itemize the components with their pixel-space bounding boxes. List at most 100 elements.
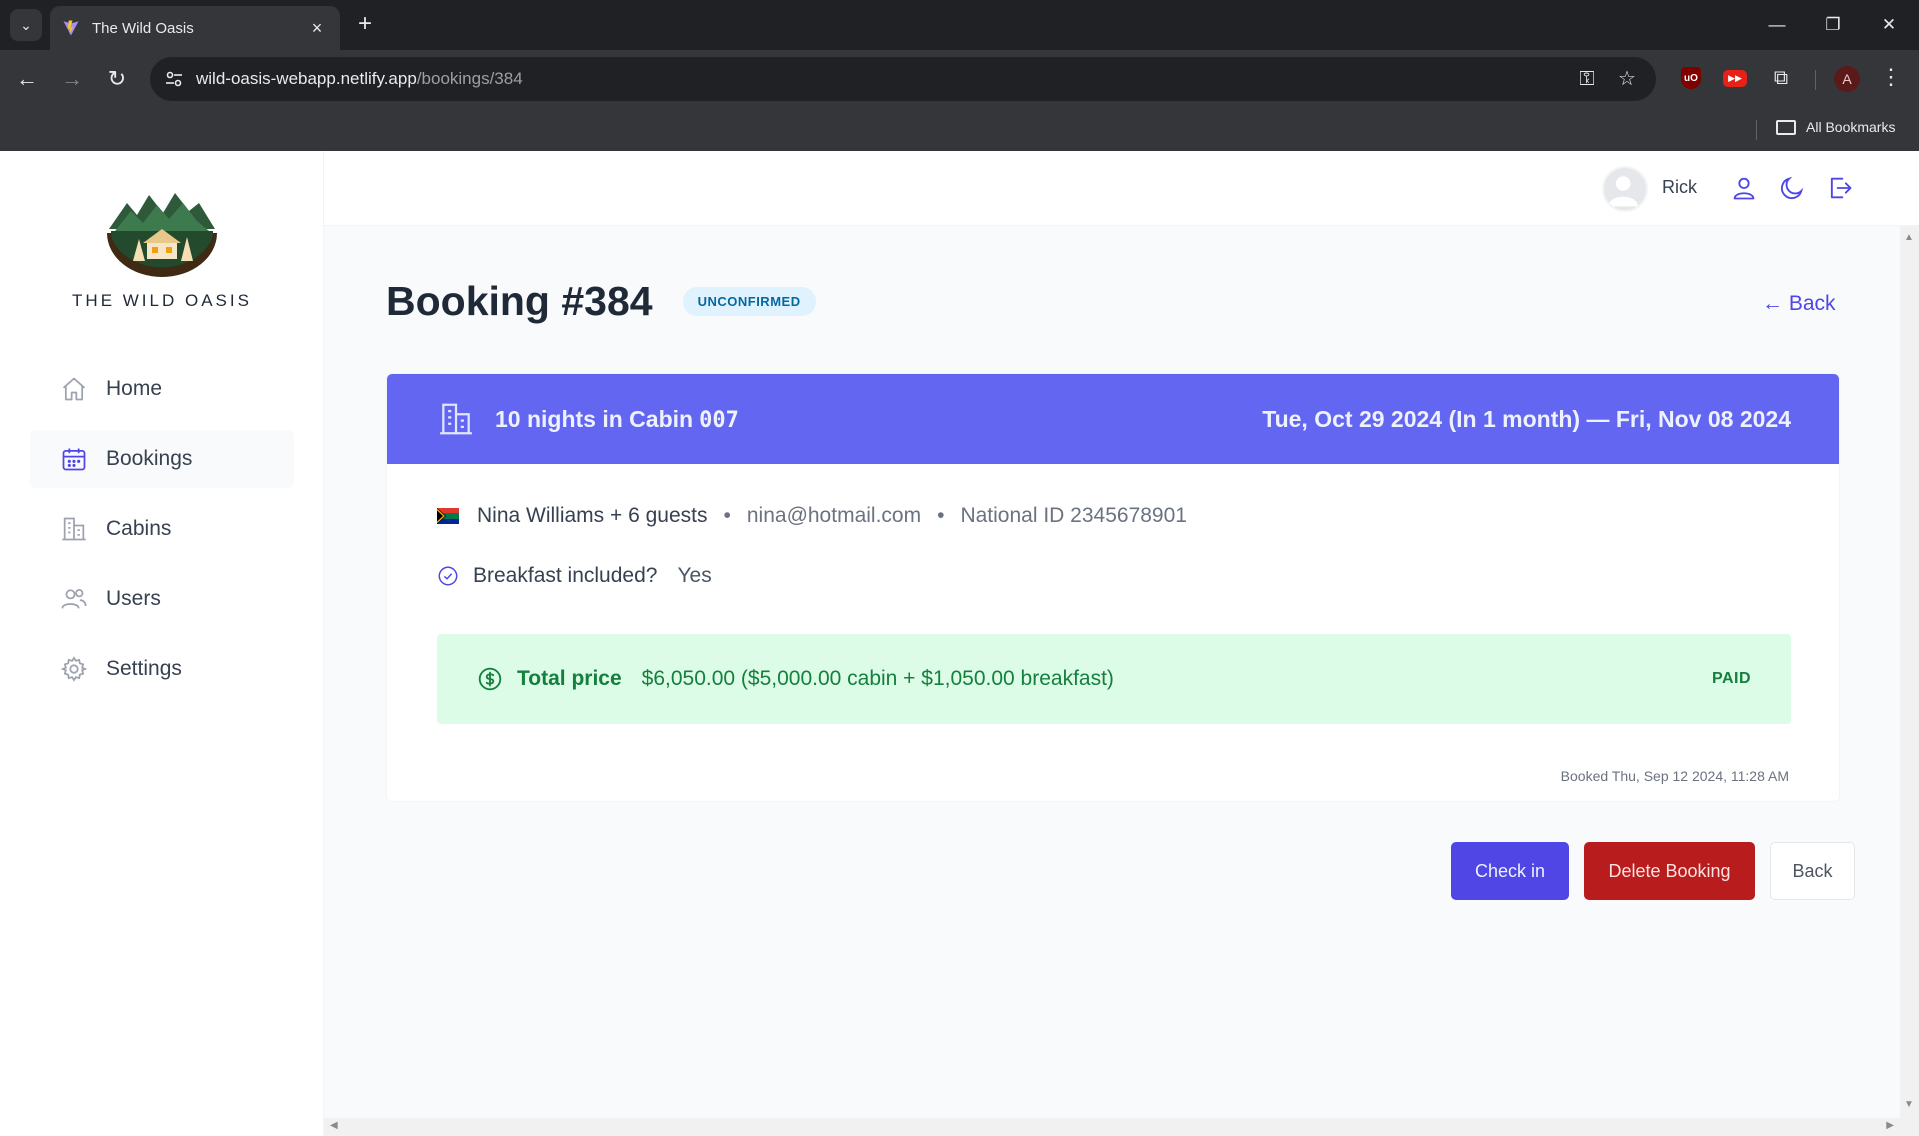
youtube-extension-icon[interactable]: ▶▶ — [1722, 65, 1748, 91]
site-info-icon[interactable] — [164, 69, 184, 89]
logo-text: THE WILD OASIS — [72, 291, 252, 310]
scroll-left-arrow-icon[interactable]: ◀ — [330, 1120, 338, 1131]
sidebar-item-label: Users — [106, 587, 161, 610]
separator-dot: • — [937, 504, 945, 527]
profile-avatar[interactable]: A — [1834, 66, 1860, 92]
app-header: Rick — [324, 151, 1919, 226]
user-avatar — [1602, 166, 1648, 212]
check-in-button[interactable]: Check in — [1451, 842, 1569, 900]
tab-close-icon[interactable]: × — [306, 18, 328, 39]
page-title: Booking #384 — [386, 278, 653, 324]
bookmarks-divider — [1756, 120, 1757, 140]
users-icon — [61, 589, 87, 609]
cabin-icon — [62, 517, 86, 541]
paid-status: PAID — [1711, 670, 1751, 687]
delete-booking-button[interactable]: Delete Booking — [1584, 842, 1755, 900]
back-arrow-icon[interactable]: ← — [10, 62, 44, 96]
tab-strip: ⌄ The Wild Oasis × + — ❐ ✕ — [0, 0, 1919, 50]
folder-icon — [1776, 119, 1796, 135]
browser-chrome: ⌄ The Wild Oasis × + — ❐ ✕ ← → ↻ wild-oa… — [0, 0, 1919, 151]
title-row: Booking #384 UNCONFIRMED — [386, 278, 816, 325]
more-menu-icon[interactable]: ⋮ — [1880, 64, 1902, 90]
puzzle-glyph: ⧉ — [1773, 66, 1789, 89]
app: THE WILD OASIS Home Bookings Cabins User… — [0, 151, 1919, 1136]
sidebar-item-bookings[interactable]: Bookings — [30, 430, 294, 488]
national-id: National ID 2345678901 — [960, 504, 1187, 527]
vite-favicon-icon — [63, 20, 79, 36]
ublock-extension-icon[interactable]: uO — [1678, 65, 1704, 91]
breakfast-value: Yes — [677, 564, 712, 587]
home-icon — [62, 377, 86, 401]
bookmark-star-icon[interactable]: ☆ — [1614, 67, 1640, 93]
price-label: Total price — [517, 667, 622, 690]
account-icon[interactable] — [1730, 174, 1758, 202]
new-tab-icon[interactable]: + — [352, 12, 378, 38]
sidebar-item-label: Cabins — [106, 517, 172, 540]
booking-card-header: 10 nights in Cabin 007 Tue, Oct 29 2024 (… — [387, 374, 1839, 464]
sidebar-item-cabins[interactable]: Cabins — [30, 500, 294, 558]
dollar-circle-icon — [478, 667, 502, 691]
guest-name: Nina Williams + 6 guests — [477, 504, 708, 527]
wild-oasis-logo-icon — [107, 193, 217, 277]
sidebar-item-users[interactable]: Users — [30, 570, 294, 628]
reload-icon[interactable]: ↻ — [100, 62, 134, 96]
price-box: Total price $6,050.00 ($5,000.00 cabin +… — [437, 634, 1791, 724]
url-path: /bookings/384 — [416, 69, 523, 88]
breakfast-row: Breakfast included? Yes — [437, 564, 712, 588]
guest-row: Nina Williams + 6 guests • nina@hotmail.… — [437, 504, 1187, 528]
tab-title: The Wild Oasis — [92, 19, 194, 37]
guest-email: nina@hotmail.com — [746, 504, 922, 527]
all-bookmarks-label: All Bookmarks — [1806, 119, 1896, 135]
youtube-badge: ▶▶ — [1723, 69, 1747, 87]
scroll-down-arrow-icon[interactable]: ▼ — [1904, 1099, 1914, 1110]
sidebar-item-label: Bookings — [106, 447, 193, 470]
chevron-down-icon: ⌄ — [20, 16, 32, 33]
all-bookmarks-button[interactable]: All Bookmarks — [1776, 119, 1895, 135]
sidebar: THE WILD OASIS Home Bookings Cabins User… — [0, 151, 324, 1136]
browser-toolbar: ← → ↻ wild-oasis-webapp.netlify.app/book… — [0, 50, 1919, 108]
action-buttons: Check in Delete Booking Back — [1436, 842, 1855, 900]
address-bar[interactable]: wild-oasis-webapp.netlify.app/bookings/3… — [150, 57, 1656, 101]
vertical-scrollbar[interactable]: ▲ ▼ — [1900, 226, 1919, 1136]
gear-icon — [60, 656, 88, 682]
sidebar-item-home[interactable]: Home — [30, 360, 294, 418]
main-content: Booking #384 UNCONFIRMED ← Back 10 night… — [324, 226, 1919, 1136]
price-value: $6,050.00 ($5,000.00 cabin + $1,050.00 b… — [641, 667, 1114, 690]
user-name: Rick — [1662, 177, 1697, 197]
default-user-avatar-icon — [1608, 176, 1638, 207]
sidebar-item-label: Settings — [106, 657, 182, 680]
status-badge: UNCONFIRMED — [682, 287, 816, 316]
password-key-icon[interactable]: ⚿ — [1574, 67, 1600, 93]
breakfast-label: Breakfast included? — [473, 564, 658, 587]
back-button[interactable]: Back — [1770, 842, 1855, 900]
ublock-badge: uO — [1681, 67, 1701, 89]
booking-card: 10 nights in Cabin 007 Tue, Oct 29 2024 (… — [386, 373, 1840, 802]
separator-dot: • — [723, 504, 731, 527]
cabin-building-icon — [440, 403, 472, 435]
bookmarks-bar: All Bookmarks — [0, 108, 1919, 151]
restore-icon[interactable]: ❐ — [1818, 10, 1848, 40]
nights-text: 10 nights in Cabin — [495, 405, 694, 432]
nights-summary: 10 nights in Cabin 007 — [495, 406, 739, 433]
close-window-icon[interactable]: ✕ — [1874, 10, 1904, 40]
horizontal-scrollbar[interactable]: ◀ ▶ — [324, 1118, 1900, 1136]
booking-dates: Tue, Oct 29 2024 (In 1 month) — Fri, Nov… — [1262, 405, 1791, 432]
tab-search-button[interactable]: ⌄ — [10, 9, 42, 41]
toolbar-divider — [1815, 70, 1816, 90]
cabin-code: 007 — [699, 407, 739, 433]
minimize-icon[interactable]: — — [1762, 10, 1792, 40]
forward-arrow-icon[interactable]: → — [55, 62, 89, 96]
scroll-up-arrow-icon[interactable]: ▲ — [1904, 232, 1914, 243]
extensions-puzzle-icon[interactable]: ⧉ — [1768, 65, 1794, 91]
browser-tab[interactable]: The Wild Oasis × — [50, 6, 340, 50]
logout-icon[interactable] — [1826, 174, 1854, 202]
scroll-right-arrow-icon[interactable]: ▶ — [1886, 1120, 1894, 1131]
dark-mode-moon-icon[interactable] — [1778, 174, 1806, 202]
calendar-icon — [62, 448, 86, 471]
sidebar-item-settings[interactable]: Settings — [30, 640, 294, 698]
south-africa-flag-icon — [437, 508, 459, 524]
back-link[interactable]: ← Back — [1762, 292, 1836, 316]
url-host: wild-oasis-webapp.netlify.app — [196, 69, 417, 88]
sidebar-item-label: Home — [106, 377, 163, 400]
check-circle-icon — [438, 566, 458, 586]
